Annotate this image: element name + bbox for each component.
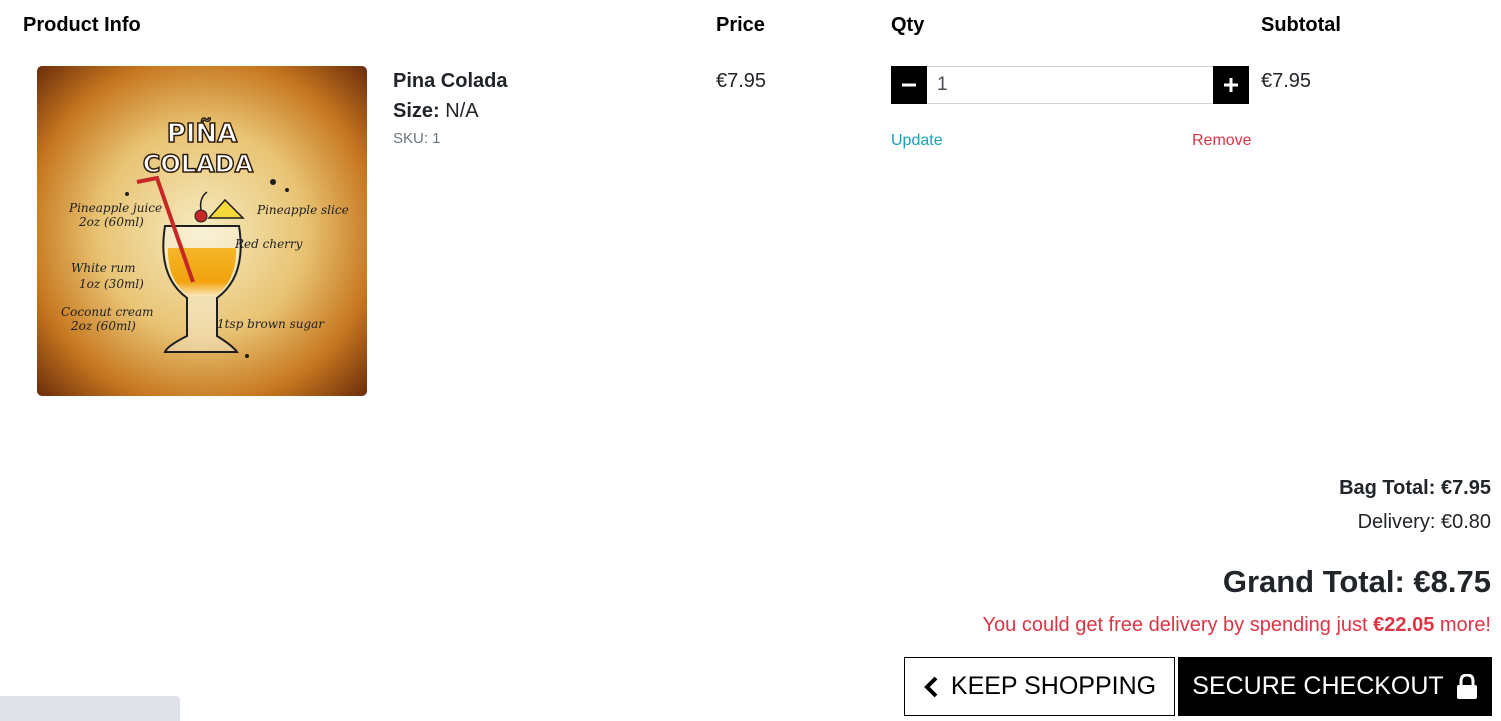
image-label: 1tsp brown sugar (217, 317, 325, 331)
image-label: White rum (71, 261, 135, 275)
bag-total: Bag Total: €7.95 (1339, 477, 1491, 499)
free-delivery-notice: You could get free delivery by spending … (983, 614, 1491, 637)
image-label: Pineapple juice (68, 201, 162, 215)
product-size-value: N/A (445, 100, 479, 122)
increment-button[interactable] (1213, 66, 1249, 104)
product-size-label: Size: (393, 100, 440, 122)
image-title-line1: PIÑA (167, 117, 238, 149)
plus-icon (1224, 78, 1238, 92)
item-subtotal: €7.95 (1261, 70, 1312, 92)
image-label: 2oz (60ml) (78, 215, 144, 229)
product-name: Pina Colada (393, 70, 508, 92)
image-label: Pineapple slice (256, 203, 349, 217)
image-label: Coconut cream (61, 305, 154, 319)
corner-tab (0, 696, 180, 721)
keep-shopping-button[interactable]: KEEP SHOPPING (904, 657, 1175, 716)
product-sku: SKU: 1 (393, 130, 441, 147)
image-label: 1oz (30ml) (79, 277, 144, 291)
keep-shopping-label: KEEP SHOPPING (950, 672, 1157, 700)
secure-checkout-label: SECURE CHECKOUT (1192, 672, 1444, 700)
header-qty: Qty (891, 14, 925, 36)
item-price: €7.95 (716, 70, 767, 92)
minus-icon (902, 83, 916, 87)
product-image: PIÑA COLADA Pineapple juice 2oz (60ml) P… (37, 66, 367, 396)
header-product-info: Product Info (23, 14, 141, 36)
quantity-stepper (891, 66, 1249, 104)
lock-icon (1456, 673, 1477, 699)
quantity-input[interactable] (927, 66, 1213, 104)
delivery-cost: Delivery: €0.80 (1357, 511, 1491, 533)
header-subtotal: Subtotal (1261, 14, 1341, 36)
free-delivery-amount: €22.05 (1373, 614, 1435, 636)
product-size: Size: N/A (393, 100, 479, 123)
grand-total: Grand Total: €8.75 (1222, 564, 1491, 599)
update-link[interactable]: Update (891, 132, 943, 150)
decrement-button[interactable] (891, 66, 927, 104)
header-price: Price (716, 14, 765, 36)
remove-link[interactable]: Remove (1192, 132, 1252, 150)
free-delivery-prefix: You could get free delivery by spending … (982, 614, 1374, 636)
secure-checkout-button[interactable]: SECURE CHECKOUT (1178, 657, 1492, 716)
image-label: Red cherry (234, 237, 303, 251)
free-delivery-suffix: more! (1434, 614, 1491, 636)
image-label: 2oz (60ml) (70, 319, 136, 333)
chevron-left-icon (924, 676, 938, 697)
image-title-line2: COLADA (143, 150, 254, 178)
